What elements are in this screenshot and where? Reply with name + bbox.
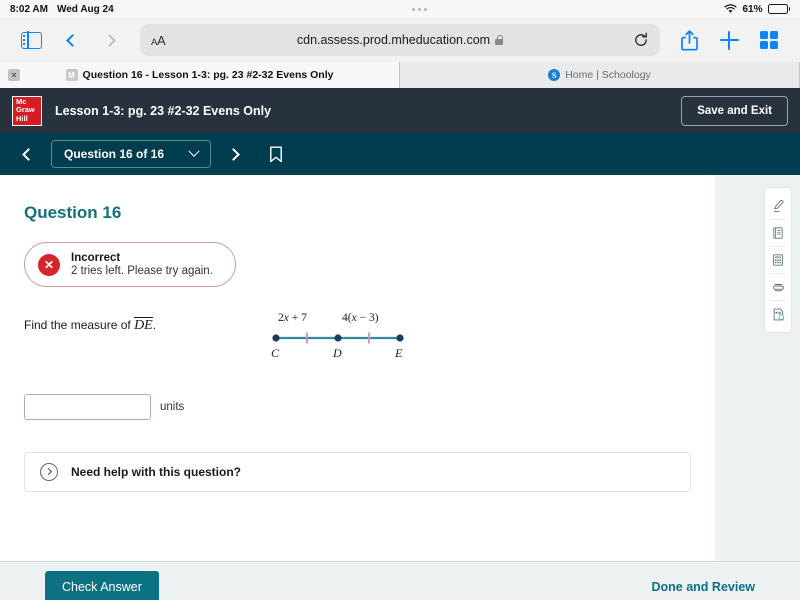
save-and-exit-button[interactable]: Save and Exit (681, 95, 788, 126)
prompt-suffix: . (152, 318, 157, 332)
bookmark-icon[interactable] (269, 146, 283, 163)
answer-input[interactable] (24, 393, 151, 420)
battery-percent: 61% (742, 3, 763, 15)
tab-strip: × M Question 16 - Lesson 1-3: pg. 23 #2-… (0, 62, 800, 88)
segment-notation-de: DE (134, 317, 153, 333)
question-card: Question 16 ✕ Incorrect 2 tries left. Pl… (0, 175, 715, 561)
question-selector-dropdown[interactable]: Question 16 of 16 (51, 140, 212, 168)
new-tab-icon[interactable] (710, 23, 748, 57)
sidebar-icon[interactable] (12, 23, 50, 57)
favicon-mheducation: M (65, 69, 78, 81)
figure-point-d: D (333, 345, 342, 360)
question-stage: Question 16 ✕ Incorrect 2 tries left. Pl… (0, 175, 800, 561)
calculator-icon[interactable] (767, 249, 789, 271)
status-date: Wed Aug 24 (56, 3, 114, 15)
highlighter-icon[interactable] (767, 195, 789, 217)
next-question-button[interactable] (220, 139, 250, 169)
status-time: 8:02 AM (10, 3, 48, 15)
reload-icon[interactable] (633, 32, 649, 48)
tab-close-icon[interactable]: × (8, 69, 20, 81)
line-segment-figure: 2x + 7 4(x − 3) C D E (250, 312, 715, 364)
done-and-review-link[interactable]: Done and Review (652, 580, 756, 594)
chevron-right-circle-icon (40, 462, 58, 481)
wifi-icon (724, 4, 738, 14)
show-tabs-icon[interactable] (750, 23, 788, 57)
tool-rail (764, 187, 792, 333)
browser-tab-schoology[interactable]: S Home | Schoology (400, 62, 800, 88)
incorrect-alert: ✕ Incorrect 2 tries left. Please try aga… (24, 242, 236, 287)
reference-icon[interactable] (767, 303, 789, 325)
question-nav-bar: Question 16 of 16 (0, 133, 800, 175)
url-text: cdn.assess.prod.mheducation.com (296, 33, 491, 47)
question-selector-label: Question 16 of 16 (64, 147, 165, 161)
browser-toolbar: AA cdn.assess.prod.mheducation.com (0, 18, 800, 62)
back-icon[interactable] (52, 23, 90, 57)
status-center-dots (114, 7, 725, 11)
prompt-prefix: Find the measure of (24, 318, 135, 332)
need-help-label: Need help with this question? (71, 464, 242, 479)
units-label: units (160, 400, 185, 413)
alert-message: 2 tries left. Please try again. (71, 265, 213, 277)
mcgraw-hill-logo: Mc Graw Hill (12, 95, 42, 126)
need-help-accordion[interactable]: Need help with this question? (24, 451, 691, 492)
notes-icon[interactable] (767, 222, 789, 244)
favicon-schoology: S (548, 69, 561, 81)
address-bar[interactable]: AA cdn.assess.prod.mheducation.com (140, 24, 660, 56)
share-icon[interactable] (670, 23, 708, 57)
battery-icon (767, 4, 790, 14)
action-bar: Check Answer Done and Review (0, 561, 800, 600)
previous-question-button[interactable] (12, 139, 42, 169)
figure-expression-de: 4(x − 3) (342, 311, 379, 324)
figure-point-e: E (395, 345, 403, 360)
lock-icon (495, 35, 504, 45)
alert-title: Incorrect (71, 252, 121, 264)
chevron-down-icon (188, 145, 200, 157)
assignment-title: Lesson 1-3: pg. 23 #2-32 Evens Only (55, 103, 272, 118)
check-answer-button[interactable]: Check Answer (45, 570, 159, 600)
page-title: Question 16 (24, 203, 122, 222)
ios-status-bar: 8:02 AM Wed Aug 24 61% (0, 0, 800, 18)
text-size-button[interactable]: AA (151, 33, 166, 48)
tab-title: Question 16 - Lesson 1-3: pg. 23 #2-32 E… (82, 69, 334, 81)
answer-row: units (24, 393, 715, 420)
app-header: Mc Graw Hill Lesson 1-3: pg. 23 #2-32 Ev… (0, 88, 800, 133)
browser-tab-active[interactable]: × M Question 16 - Lesson 1-3: pg. 23 #2-… (0, 62, 400, 88)
error-x-icon: ✕ (38, 253, 60, 276)
logo-line-3: Hill (16, 113, 28, 123)
figure-point-c: C (271, 345, 280, 360)
forward-icon[interactable] (92, 23, 130, 57)
figure-expression-cd: 2x + 7 (278, 311, 307, 324)
eraser-icon[interactable] (767, 276, 789, 298)
tab-title: Home | Schoology (565, 69, 651, 81)
